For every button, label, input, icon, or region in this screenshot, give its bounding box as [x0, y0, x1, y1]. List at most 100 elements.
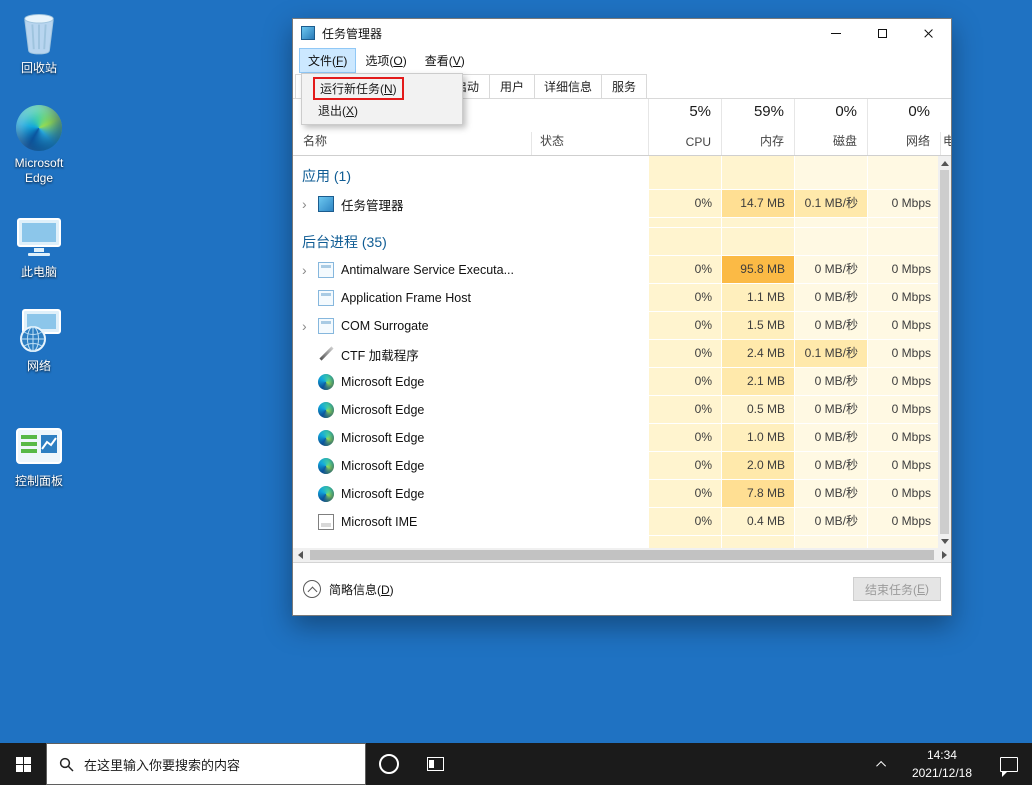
- close-button[interactable]: [905, 19, 951, 47]
- expand-chevron-icon[interactable]: ›: [302, 263, 318, 277]
- cpu-cell: [648, 218, 721, 228]
- process-name: COM Surrogate: [341, 319, 429, 333]
- column-header-memory[interactable]: 59% 内存: [721, 99, 794, 155]
- column-header-name[interactable]: 名称: [293, 132, 531, 155]
- column-header-network[interactable]: 0% 网络: [867, 99, 940, 155]
- cpu-cell: [648, 228, 721, 256]
- ime-icon: [318, 514, 334, 530]
- menu-view[interactable]: 查看(V): [416, 48, 474, 73]
- task-view-button[interactable]: [412, 743, 458, 785]
- process-row[interactable]: Microsoft Edge0%1.0 MB0 MB/秒0 Mbps: [293, 424, 951, 452]
- clock-time: 14:34: [912, 746, 972, 764]
- column-header-disk[interactable]: 0% 磁盘: [794, 99, 867, 155]
- tab-details[interactable]: 详细信息: [534, 74, 602, 98]
- memory-total-percent: 59%: [754, 103, 784, 120]
- mem-cell: 2.1 MB: [721, 368, 794, 396]
- process-row[interactable]: Microsoft Edge0%2.0 MB0 MB/秒0 Mbps: [293, 452, 951, 480]
- process-row[interactable]: ›任务管理器0%14.7 MB0.1 MB/秒0 Mbps: [293, 190, 951, 218]
- network-total-percent: 0%: [908, 103, 930, 120]
- process-name-cell[interactable]: Microsoft Edge: [293, 396, 531, 424]
- disk-cell: [794, 218, 867, 228]
- process-name: Microsoft IME: [341, 515, 417, 529]
- process-name-cell[interactable]: CTF 加载程序: [293, 340, 531, 368]
- disk-cell: 0 MB/秒: [794, 396, 867, 424]
- details-toggle[interactable]: 简略信息(D): [303, 580, 394, 598]
- process-row[interactable]: ›Antimalware Service Executa...0%95.8 MB…: [293, 256, 951, 284]
- process-row[interactable]: ›COM Surrogate0%1.5 MB0 MB/秒0 Mbps: [293, 312, 951, 340]
- start-button[interactable]: [0, 743, 46, 785]
- group-header[interactable]: 后台进程 (35): [293, 228, 531, 256]
- taskbar-search[interactable]: 在这里输入你要搜索的内容: [46, 743, 366, 785]
- desktop-icon-control-panel[interactable]: 控制面板: [0, 421, 78, 489]
- desktop-icon-network[interactable]: 网络: [0, 306, 78, 374]
- process-name-cell[interactable]: Microsoft Edge: [293, 480, 531, 508]
- edge-icon: [318, 486, 334, 502]
- process-name-cell[interactable]: Microsoft IME: [293, 508, 531, 536]
- process-row[interactable]: Microsoft Edge0%0.5 MB0 MB/秒0 Mbps: [293, 396, 951, 424]
- desktop-icon-label: 此电脑: [0, 265, 78, 280]
- group-header[interactable]: 应用 (1): [293, 162, 531, 190]
- desktop-icon-label: 控制面板: [0, 474, 78, 489]
- menu-item-run-new-task[interactable]: 运行新任务(N): [302, 77, 462, 99]
- expand-chevron-icon[interactable]: ›: [302, 319, 318, 333]
- status-cell: [531, 284, 648, 312]
- end-task-button[interactable]: 结束任务(E): [853, 577, 941, 601]
- process-name-cell[interactable]: ›任务管理器: [293, 190, 531, 218]
- taskbar: 在这里输入你要搜索的内容 14:34 2021/12/18: [0, 743, 1032, 785]
- scroll-right-icon[interactable]: [937, 551, 951, 559]
- action-center-button[interactable]: [986, 743, 1032, 785]
- tab-users[interactable]: 用户: [489, 74, 535, 98]
- close-icon: [923, 28, 934, 39]
- process-name-cell[interactable]: Microsoft Edge: [293, 368, 531, 396]
- net-cell: 0 Mbps: [867, 190, 940, 218]
- process-row[interactable]: Microsoft Edge0%2.1 MB0 MB/秒0 Mbps: [293, 368, 951, 396]
- desktop-icon-edge[interactable]: Microsoft Edge: [0, 103, 78, 186]
- column-header-status[interactable]: 状态: [531, 132, 648, 155]
- process-row[interactable]: Microsoft Edge0%7.8 MB0 MB/秒0 Mbps: [293, 480, 951, 508]
- taskbar-clock[interactable]: 14:34 2021/12/18: [898, 746, 986, 782]
- menu-options[interactable]: 选项(O): [356, 48, 415, 73]
- desktop-icon-label: 回收站: [0, 61, 78, 76]
- minimize-button[interactable]: [813, 19, 859, 47]
- net-cell: 0 Mbps: [867, 452, 940, 480]
- horizontal-scrollbar[interactable]: [293, 548, 951, 562]
- disk-total-percent: 0%: [835, 103, 857, 120]
- column-header-partial[interactable]: 电: [940, 132, 951, 155]
- mem-cell: 0.5 MB: [721, 396, 794, 424]
- process-name-cell[interactable]: Microsoft Edge: [293, 424, 531, 452]
- scroll-up-icon[interactable]: [938, 156, 951, 170]
- process-row[interactable]: Application Frame Host0%1.1 MB0 MB/秒0 Mb…: [293, 284, 951, 312]
- column-header-cpu[interactable]: 5% CPU: [648, 99, 721, 155]
- status-cell: [531, 368, 648, 396]
- process-name-cell[interactable]: › COM Surrogate: [293, 312, 531, 340]
- net-cell: 0 Mbps: [867, 256, 940, 284]
- group-row[interactable]: 后台进程 (35): [293, 228, 951, 256]
- process-row[interactable]: Microsoft IME0%0.4 MB0 MB/秒0 Mbps: [293, 508, 951, 536]
- cortana-icon: [379, 754, 399, 774]
- process-name-cell[interactable]: ›Antimalware Service Executa...: [293, 256, 531, 284]
- title-bar[interactable]: 任务管理器: [293, 19, 951, 47]
- cpu-cell: 0%: [648, 480, 721, 508]
- menu-item-exit[interactable]: 退出(X): [302, 99, 462, 121]
- group-row[interactable]: 应用 (1): [293, 162, 951, 190]
- maximize-button[interactable]: [859, 19, 905, 47]
- cortana-button[interactable]: [366, 743, 412, 785]
- menu-file[interactable]: 文件(F): [299, 48, 356, 73]
- show-hidden-icons-button[interactable]: [868, 743, 898, 785]
- recycle-bin-icon: [0, 8, 78, 58]
- desktop-icon-this-pc[interactable]: 此电脑: [0, 212, 78, 280]
- scroll-left-icon[interactable]: [293, 551, 307, 559]
- vertical-scrollbar[interactable]: [938, 156, 951, 548]
- expand-chevron-icon[interactable]: ›: [302, 197, 318, 211]
- cpu-total-percent: 5%: [689, 103, 711, 120]
- process-name-cell[interactable]: Microsoft Edge: [293, 452, 531, 480]
- scroll-down-icon[interactable]: [938, 534, 951, 548]
- process-name-cell[interactable]: Application Frame Host: [293, 284, 531, 312]
- process-row[interactable]: CTF 加载程序0%2.4 MB0.1 MB/秒0 Mbps: [293, 340, 951, 368]
- desktop-icon-recycle-bin[interactable]: 回收站: [0, 8, 78, 76]
- tab-services[interactable]: 服务: [601, 74, 647, 98]
- vertical-scrollbar-thumb[interactable]: [940, 170, 949, 534]
- desktop-icon-label: 网络: [0, 359, 78, 374]
- group-label: 应用 (1): [302, 166, 351, 186]
- horizontal-scrollbar-thumb[interactable]: [310, 550, 934, 560]
